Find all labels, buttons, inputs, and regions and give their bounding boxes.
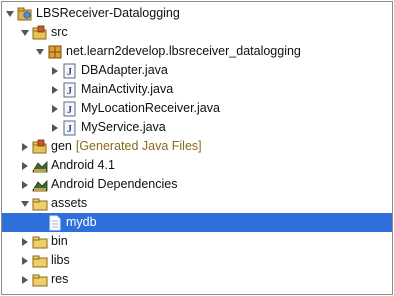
svg-text:J: J: [67, 86, 72, 97]
chevron-down-icon[interactable]: [19, 198, 31, 210]
tree-item-label: bin: [51, 234, 68, 248]
package-explorer-tree: LBSReceiver-Datalogging src net.learn2de…: [1, 1, 393, 295]
tree-item-label: DBAdapter.java: [81, 63, 168, 77]
chevron-right-icon[interactable]: [19, 179, 31, 191]
chevron-right-icon[interactable]: [49, 84, 61, 96]
java-file-icon: J: [62, 101, 78, 117]
chevron-right-icon[interactable]: [19, 160, 31, 172]
tree-item-bin[interactable]: bin: [2, 232, 392, 251]
tree-item-label: net.learn2develop.lbsreceiver_dataloggin…: [66, 44, 301, 58]
tree-item-java-file[interactable]: J MyLocationReceiver.java: [2, 99, 392, 118]
tree-item-label: MyService.java: [81, 120, 166, 134]
tree-item-decoration: [Generated Java Files]: [75, 139, 202, 153]
chevron-right-icon[interactable]: [49, 65, 61, 77]
android-project-icon: [17, 6, 33, 22]
source-folder-icon: [32, 139, 48, 155]
tree-item-label: LBSReceiver-Datalogging: [36, 6, 180, 20]
file-icon: [47, 215, 63, 231]
chevron-right-icon[interactable]: [19, 274, 31, 286]
tree-item-label: libs: [51, 253, 70, 267]
tree-item-label: MyLocationReceiver.java: [81, 101, 220, 115]
tree-item-project[interactable]: LBSReceiver-Datalogging: [2, 4, 392, 23]
java-file-icon: J: [62, 82, 78, 98]
tree-item-label: assets: [51, 196, 88, 210]
tree-item-java-file[interactable]: J MainActivity.java: [2, 80, 392, 99]
tree-item-label: gen: [51, 139, 72, 153]
folder-icon: [32, 253, 48, 269]
package-icon: [47, 44, 63, 60]
folder-icon: [32, 196, 48, 212]
tree-item-java-file[interactable]: J MyService.java: [2, 118, 392, 137]
svg-text:J: J: [67, 124, 72, 135]
library-icon: [32, 158, 48, 174]
tree-item-label: Android 4.1: [51, 158, 115, 172]
tree-item-libs[interactable]: libs: [2, 251, 392, 270]
tree-item-package[interactable]: net.learn2develop.lbsreceiver_dataloggin…: [2, 42, 392, 61]
tree-item-assets[interactable]: assets: [2, 194, 392, 213]
folder-icon: [32, 272, 48, 288]
svg-text:J: J: [67, 67, 72, 78]
svg-text:J: J: [67, 105, 72, 116]
chevron-down-icon[interactable]: [4, 8, 16, 20]
source-folder-icon: [32, 25, 48, 41]
tree-item-label: mydb: [66, 215, 97, 229]
chevron-right-icon[interactable]: [19, 255, 31, 267]
folder-icon: [32, 234, 48, 250]
tree-item-res[interactable]: res: [2, 270, 392, 289]
tree-item-src[interactable]: src: [2, 23, 392, 42]
chevron-right-icon[interactable]: [19, 236, 31, 248]
tree-item-label: res: [51, 272, 69, 286]
tree-item-gen[interactable]: gen [Generated Java Files]: [2, 137, 392, 156]
tree-item-android-dependencies[interactable]: Android Dependencies: [2, 175, 392, 194]
chevron-right-icon[interactable]: [19, 141, 31, 153]
chevron-right-icon[interactable]: [49, 122, 61, 134]
chevron-down-icon[interactable]: [19, 27, 31, 39]
chevron-right-icon[interactable]: [49, 103, 61, 115]
java-file-icon: J: [62, 63, 78, 79]
chevron-down-icon[interactable]: [34, 46, 46, 58]
library-icon: [32, 177, 48, 193]
tree-item-android-library[interactable]: Android 4.1: [2, 156, 392, 175]
tree-item-label: MainActivity.java: [81, 82, 174, 96]
java-file-icon: J: [62, 120, 78, 136]
tree-item-label: Android Dependencies: [51, 177, 178, 191]
tree-item-mydb[interactable]: mydb: [2, 213, 392, 232]
tree-item-java-file[interactable]: J DBAdapter.java: [2, 61, 392, 80]
tree-item-label: src: [51, 25, 68, 39]
